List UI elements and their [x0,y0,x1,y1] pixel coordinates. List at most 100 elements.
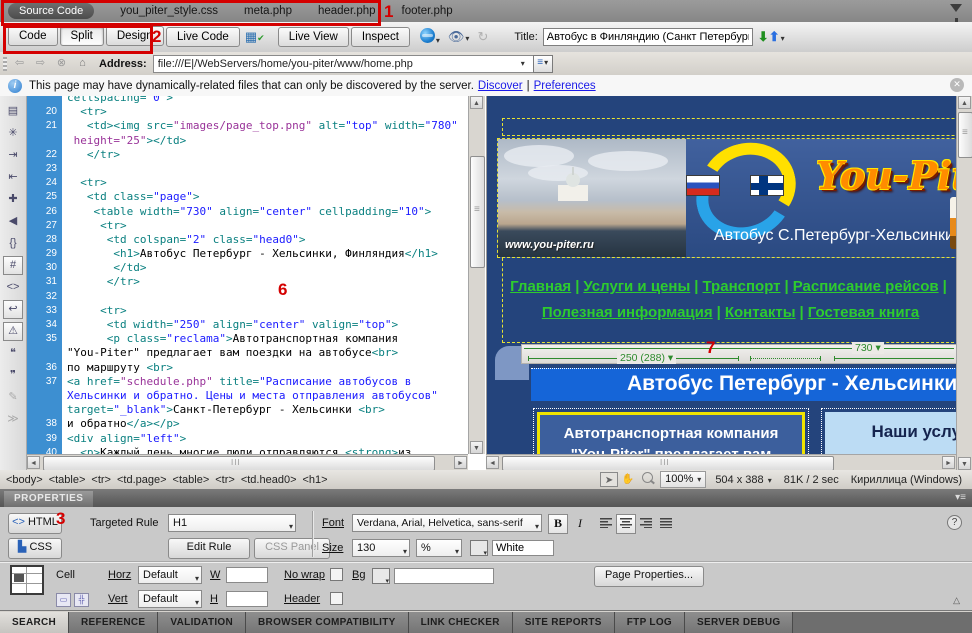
code-line[interactable]: 32 [27,290,468,304]
panel-menu-icon[interactable]: ▾≡ [955,492,966,503]
code-line[interactable]: 29 <h1>Автобус Петербург - Хельсинки, Фи… [27,247,468,261]
code-vertical-scrollbar[interactable]: ▲ ▼ [468,96,485,454]
forward-icon[interactable]: ⇨ [32,55,49,72]
tag-selector-item[interactable]: <td.page> [117,474,167,486]
expand-all-icon[interactable]: ✚ [3,190,23,209]
page-properties-button[interactable]: Page Properties... [594,566,704,587]
code-line[interactable]: 39<div align="left"> [27,432,468,446]
font-select[interactable]: Verdana, Arial, Helvetica, sans-serif▾ [352,514,542,532]
header-checkbox[interactable] [330,592,343,605]
remove-comment-icon[interactable]: ❞ [3,366,23,385]
nav-link[interactable]: Контакты [725,304,796,321]
tag-selector-item[interactable]: <h1> [303,474,328,486]
bg-color-swatch[interactable] [372,568,390,584]
design-vertical-scrollbar[interactable]: ▲ ▼ [956,96,972,470]
select-parent-tag-icon[interactable]: ◀ [3,212,23,231]
back-icon[interactable]: ⇦ [11,55,28,72]
design-horizontal-scrollbar[interactable]: ◄ ► [486,454,956,471]
design-view[interactable]: www.you-piter.ru You-Piter Автобус С.Пет… [486,96,957,454]
no-wrap-checkbox[interactable] [330,568,343,581]
code-line[interactable]: 33 <tr> [27,304,468,318]
horz-select[interactable]: Default▾ [138,566,202,584]
code-view-button[interactable]: Code [8,26,58,46]
live-code-button[interactable]: Live Code [166,27,240,47]
highlight-invalid-code-icon[interactable]: <> [3,278,23,297]
code-line[interactable]: Хельсинки и обратно. Цены и места отправ… [27,389,468,403]
code-line[interactable]: target="_blank">Санкт-Петербург - Хельси… [27,403,468,417]
nav-link[interactable]: Транспорт [702,278,780,295]
size-select[interactable]: 130▾ [352,539,410,557]
code-line[interactable]: 35 <p class="reclama">Автотранспортная к… [27,332,468,346]
code-navigator-icon[interactable]: ✳ [3,124,23,143]
tag-selector-item[interactable]: <tr> [215,474,235,486]
merge-cells-icon[interactable]: ▭ [56,593,71,607]
inspect-button[interactable]: Inspect [351,27,410,47]
css-panel-button[interactable]: CSS Panel [254,538,330,559]
tag-selector-item[interactable]: <td.head0> [241,474,297,486]
address-dropdown-icon[interactable]: ▾ [521,59,525,68]
tag-selector-item[interactable]: <table> [49,474,86,486]
table-width-730-label[interactable]: 730 ▾ [852,342,884,354]
code-line[interactable]: 36по маршруту <br> [27,361,468,375]
code-line[interactable]: 34 <td width="250" align="center" valign… [27,318,468,332]
view-options-icon[interactable]: ≡▾ [533,55,553,73]
close-infobar-icon[interactable]: ✕ [950,78,964,92]
results-tab-ftp-log[interactable]: FTP LOG [615,612,685,633]
help-icon[interactable]: ? [947,515,962,530]
text-color-input[interactable] [492,540,554,556]
select-tool-icon[interactable]: ➤ [600,472,618,487]
file-management-icon[interactable]: ⬇⬆▾ [758,29,785,45]
magnification-dropdown[interactable]: 100% ▾ [660,471,706,488]
collapse-panel-icon[interactable]: △ [953,595,960,606]
related-file-tab[interactable]: footer.php [402,5,453,17]
results-tab-link-checker[interactable]: LINK CHECKER [409,612,513,633]
code-line[interactable]: 31 </tr> [27,275,468,289]
table-width-indicator[interactable]: 730 ▾ 250 (288) ▾ [521,344,957,364]
code-line[interactable]: 21 <td><img src="images/page_top.png" al… [27,119,468,133]
results-tab-validation[interactable]: VALIDATION [158,612,246,633]
code-line[interactable]: 26 <table width="730" align="center" cel… [27,205,468,219]
results-tab-search[interactable]: SEARCH [0,612,69,633]
bold-button[interactable]: B [548,514,568,534]
code-line[interactable]: 23 [27,162,468,176]
code-line[interactable]: "You-Piter" предлагает вам поездки на ав… [27,346,468,360]
title-input[interactable] [543,28,753,46]
nav-link[interactable]: Гостевая книга [808,304,919,321]
align-right-button[interactable] [636,514,656,534]
window-size-dropdown[interactable]: 504 x 388 ▾ [715,474,771,486]
discover-link[interactable]: Discover [478,80,523,92]
design-view-button[interactable]: Design [106,26,164,46]
tag-selector-item[interactable]: <table> [173,474,210,486]
text-color-swatch[interactable] [470,540,488,556]
align-justify-button[interactable] [656,514,676,534]
preview-in-browser-icon[interactable]: ▾ [420,28,440,46]
collapse-selection-icon[interactable]: ⇤ [3,168,23,187]
code-line[interactable]: 28 <td colspan="2" class="head0"> [27,233,468,247]
align-left-button[interactable] [596,514,616,534]
source-code-tab[interactable]: Source Code [8,3,94,19]
filter-related-files-icon[interactable] [950,4,962,12]
zoom-tool-icon[interactable] [638,472,656,487]
related-file-tab[interactable]: meta.php [244,5,292,17]
preferences-link[interactable]: Preferences [534,80,596,92]
targeted-rule-select[interactable]: H1▾ [168,514,296,532]
results-tab-reference[interactable]: REFERENCE [69,612,158,633]
stop-icon[interactable]: ⊗ [53,55,70,72]
nav-link[interactable]: Услуги и цены [583,278,690,295]
more-options-icon[interactable]: ≫ [3,410,23,429]
css-mode-button[interactable]: ▙ CSS [8,538,62,559]
syntax-error-alerts-icon[interactable]: ⚠ [3,322,23,341]
split-view-button[interactable]: Split [60,26,104,46]
code-line[interactable]: 30 </td> [27,261,468,275]
h-input[interactable] [226,591,268,607]
code-line[interactable]: 37<a href="schedule.php" title="Расписан… [27,375,468,389]
refresh-icon[interactable]: ↻ [477,29,488,45]
code-line[interactable]: 22 </tr> [27,148,468,162]
live-view-button[interactable]: Live View [278,27,349,47]
size-unit-select[interactable]: %▾ [416,539,462,557]
results-tab-browser-compatibility[interactable]: BROWSER COMPATIBILITY [246,612,409,633]
split-cell-icon[interactable]: ╬ [74,593,89,607]
live-code-options-icon[interactable]: ▦✔ [245,28,265,46]
edit-rule-button[interactable]: Edit Rule [168,538,250,559]
column-width-250-label[interactable]: 250 (288) ▾ [617,352,676,364]
